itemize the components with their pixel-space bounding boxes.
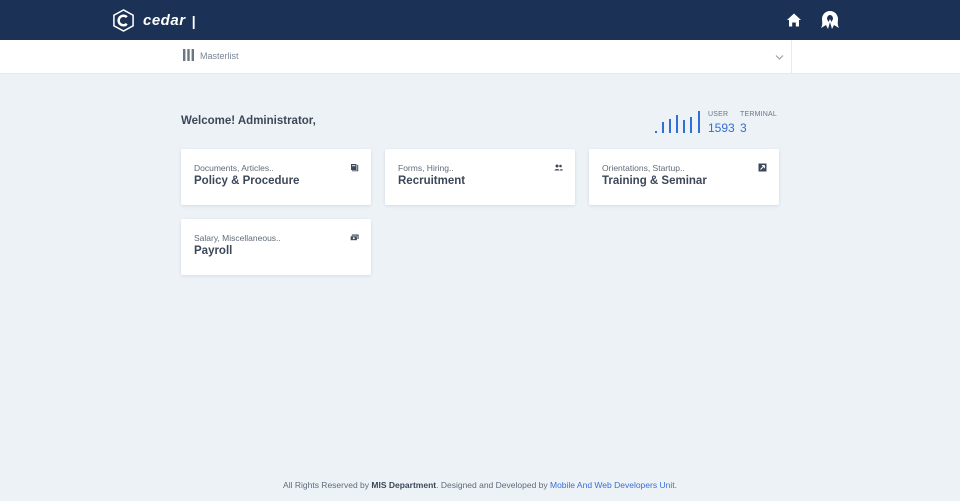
card-title: Training & Seminar <box>602 175 707 187</box>
card-payroll[interactable]: Salary, Miscellaneous.. Payroll <box>181 219 371 275</box>
external-link-icon <box>758 163 767 172</box>
footer-department: MIS Department <box>371 480 437 490</box>
footer-suffix: . <box>674 480 677 490</box>
masterlist-label[interactable]: Masterlist <box>200 51 239 61</box>
card-policy-procedure[interactable]: Documents, Articles.. Policy & Procedure <box>181 149 371 205</box>
card-recruitment[interactable]: Forms, Hiring.. Recruitment <box>385 149 575 205</box>
footer-middle: . Designed and Developed by <box>436 480 550 490</box>
chevron-down-icon[interactable] <box>775 54 784 61</box>
card-training-seminar[interactable]: Orientations, Startup.. Training & Semin… <box>589 149 779 205</box>
card-subtitle: Forms, Hiring.. <box>398 163 454 173</box>
subbar-divider <box>791 40 792 74</box>
top-navbar: cedar | <box>0 0 960 40</box>
terminal-stat-value: 3 <box>740 121 747 135</box>
card-title: Recruitment <box>398 175 466 187</box>
footer-prefix: All Rights Reserved by <box>283 480 372 490</box>
home-icon[interactable] <box>786 12 802 28</box>
footer-developer-link[interactable]: Mobile And Web Developers Unit <box>550 480 675 490</box>
card-subtitle: Orientations, Startup.. <box>602 163 685 173</box>
user-avatar-icon[interactable] <box>818 9 842 31</box>
columns-icon <box>183 49 194 61</box>
card-title: Payroll <box>194 245 233 257</box>
users-icon <box>554 164 563 171</box>
user-stat-label: USER <box>708 111 729 118</box>
welcome-heading: Welcome! Administrator, <box>181 115 316 127</box>
book-icon <box>351 164 359 172</box>
money-icon <box>350 234 359 241</box>
footer: All Rights Reserved by MIS Department. D… <box>0 480 960 490</box>
brand-name: cedar <box>143 12 186 29</box>
bar-chart-icon <box>655 111 700 133</box>
brand[interactable]: cedar | <box>112 9 195 32</box>
user-stat-value: 1593 <box>708 121 735 135</box>
cedar-logo-icon <box>113 9 134 32</box>
brand-separator: | <box>191 12 196 29</box>
card-subtitle: Documents, Articles.. <box>194 163 274 173</box>
terminal-stat-label: TERMINAL <box>740 111 777 118</box>
card-title: Policy & Procedure <box>194 175 300 187</box>
masterlist-bar: Masterlist <box>0 40 960 74</box>
card-subtitle: Salary, Miscellaneous.. <box>194 233 281 243</box>
